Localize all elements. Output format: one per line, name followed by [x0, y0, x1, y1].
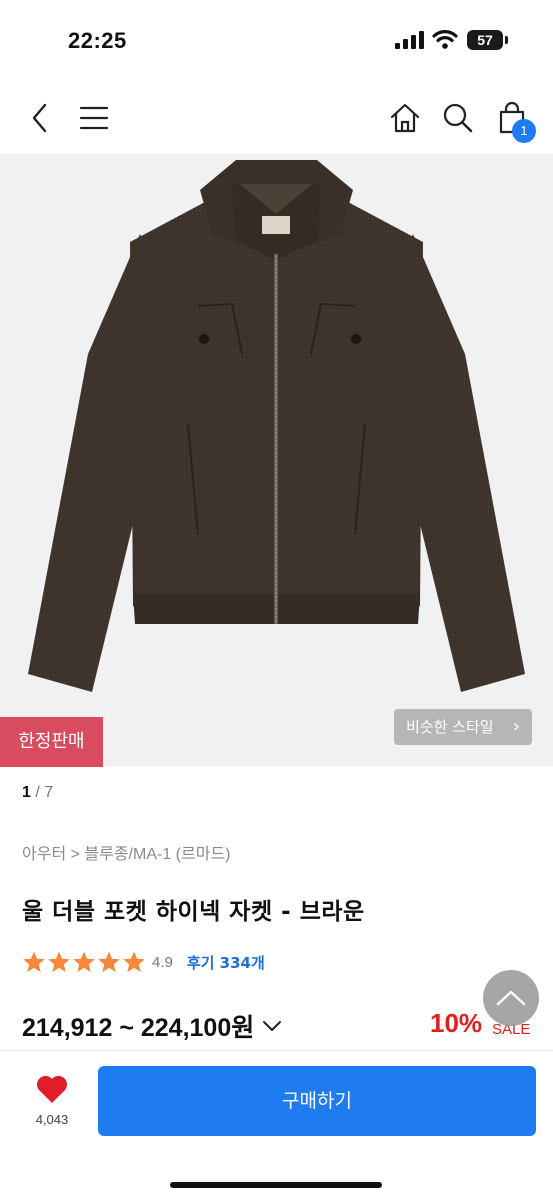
heart-icon — [36, 1075, 68, 1103]
star-icon — [123, 951, 145, 972]
pager-current: 1 — [22, 784, 31, 801]
cart-count-badge: 1 — [512, 119, 536, 143]
nav-bar — [0, 84, 553, 154]
breadcrumb[interactable]: 아우터 > 블루종/MA-1 (르마드) — [22, 840, 231, 864]
similar-style-label: 비슷한 스타일 — [406, 718, 494, 736]
product-title: 울 더블 포켓 하이넥 자켓 - 브라운 — [22, 899, 365, 925]
scroll-to-top-button[interactable] — [483, 970, 539, 1026]
menu-icon — [79, 106, 109, 130]
chevron-right-icon: › — [512, 716, 520, 737]
image-pager: 1 / 7 — [22, 784, 53, 802]
rating-stars — [22, 950, 146, 974]
home-button[interactable] — [385, 98, 425, 138]
star-icon — [48, 951, 70, 972]
product-image[interactable] — [0, 154, 553, 766]
price-range-text: 214,912 ~ 224,100원 — [22, 1014, 255, 1042]
menu-button[interactable] — [74, 98, 114, 138]
star-icon — [23, 951, 45, 972]
battery-icon: 57 — [467, 30, 503, 50]
back-button[interactable] — [20, 98, 60, 138]
cellular-signal-icon — [395, 31, 424, 49]
search-icon — [443, 103, 473, 133]
buy-button[interactable]: 구매하기 — [98, 1066, 536, 1136]
rating-value: 4.9 — [152, 953, 173, 971]
back-icon — [32, 103, 47, 133]
similar-style-button[interactable]: 비슷한 스타일 › — [394, 709, 532, 745]
chevron-down-icon — [263, 1021, 282, 1031]
review-link[interactable]: 후기 334개 — [187, 952, 265, 973]
status-bar: 22:25 57 — [0, 0, 553, 84]
home-indicator — [170, 1182, 382, 1188]
battery-percent: 57 — [477, 32, 493, 48]
discount-percent: 10% — [430, 1008, 483, 1038]
rating-row: 4.9 후기 334개 — [22, 949, 265, 975]
battery-tip — [505, 36, 508, 44]
like-button[interactable]: 4,043 — [22, 1070, 82, 1134]
status-time: 22:25 — [68, 28, 127, 53]
search-button[interactable] — [438, 98, 478, 138]
arrow-up-icon — [496, 990, 526, 1006]
like-count: 4,043 — [35, 1112, 69, 1127]
pager-separator: / — [35, 784, 40, 801]
pager-total: 7 — [44, 784, 54, 801]
price-range[interactable]: 214,912 ~ 224,100원 — [22, 1008, 282, 1044]
limited-sale-badge: 한정판매 — [0, 717, 103, 767]
jacket-image — [28, 160, 525, 692]
star-icon — [98, 951, 120, 972]
home-icon — [390, 103, 420, 133]
wifi-icon — [432, 30, 458, 49]
star-icon — [73, 951, 95, 972]
